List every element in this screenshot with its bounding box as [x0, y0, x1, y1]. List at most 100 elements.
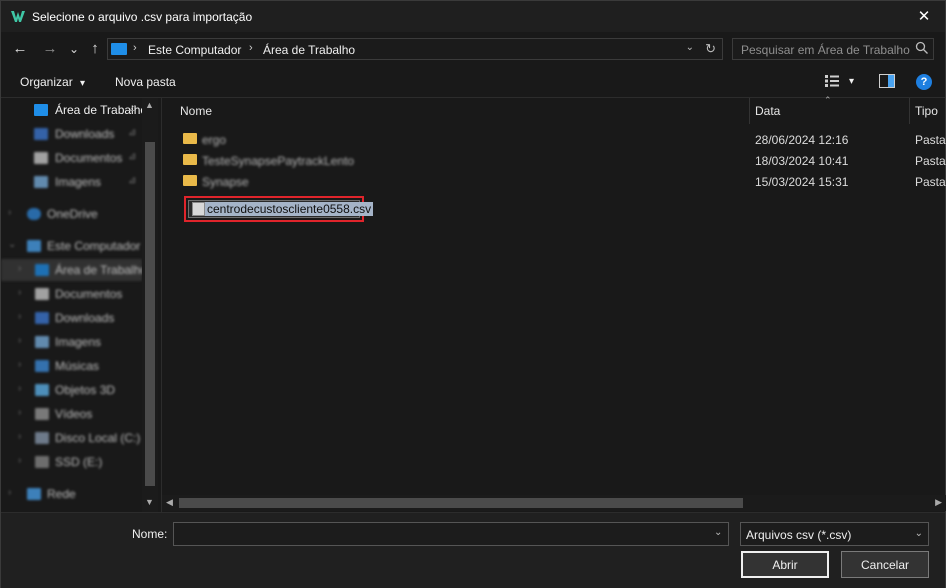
chevron-down-icon[interactable]: ⌄ — [714, 527, 722, 538]
sidebar-item-area-de-trabalho-pinned[interactable]: Área de Trabalho ⊿ — [1, 99, 147, 121]
breadcrumb-este-computador[interactable]: Este Computador — [148, 43, 241, 57]
sidebar-item-documentos-pinned[interactable]: Documentos ⊿ — [1, 147, 142, 169]
pin-icon: ⊿ — [128, 151, 137, 162]
sidebar-item-area-de-trabalho[interactable]: › Área de Trabalho — [1, 259, 147, 281]
sidebar-item-documentos[interactable]: › Documentos — [1, 283, 142, 305]
organize-label: Organizar — [20, 75, 73, 89]
sidebar-scrollbar[interactable]: ▲ ▼ — [142, 98, 158, 512]
sidebar-item-label: Vídeos — [55, 407, 93, 421]
breadcrumb-area-de-trabalho[interactable]: Área de Trabalho — [263, 43, 355, 57]
sidebar-item-objetos-3d[interactable]: › Objetos 3D — [1, 379, 142, 401]
pin-icon: ⊿ — [128, 127, 137, 138]
view-options-icon[interactable] — [824, 74, 840, 88]
address-bar[interactable]: › Este Computador › Área de Trabalho ⌄ ↻ — [107, 38, 723, 60]
sidebar-item-imagens[interactable]: › Imagens — [1, 331, 142, 353]
close-icon[interactable]: ✕ — [913, 6, 935, 28]
file-type: Pasta — [915, 154, 946, 168]
expand-icon[interactable]: › — [18, 383, 21, 394]
open-button[interactable]: Abrir — [741, 551, 829, 578]
column-header-name[interactable]: Nome — [174, 98, 750, 124]
computer-icon — [111, 43, 127, 55]
column-header-date[interactable]: Data — [749, 98, 910, 124]
download-icon — [34, 128, 48, 140]
dialog-title: Selecione o arquivo .csv para importação — [32, 10, 253, 24]
expand-icon[interactable]: › — [18, 359, 21, 370]
selected-file-name: centrodecustoscliente0558.csv — [205, 202, 374, 216]
desktop-icon — [34, 104, 48, 116]
up-arrow-icon[interactable]: ↑ — [85, 39, 105, 59]
cancel-button[interactable]: Cancelar — [841, 551, 929, 578]
sidebar-item-ssd[interactable]: › SSD (E:) — [1, 451, 142, 473]
desktop-icon — [35, 264, 49, 276]
scroll-left-icon[interactable]: ◀ — [166, 497, 173, 508]
sidebar-item-label: Downloads — [55, 127, 115, 141]
sidebar-item-rede[interactable]: › Rede — [1, 483, 142, 505]
expand-icon[interactable]: › — [18, 431, 21, 442]
horizontal-scrollbar[interactable]: ◀ ▶ — [162, 495, 946, 511]
file-name: Synapse — [202, 175, 249, 189]
recent-locations-icon[interactable]: ⌄ — [64, 39, 84, 59]
file-list: Nome ⌃ Data Tipo ergo 28/06/2024 12:16 P… — [161, 95, 946, 512]
drive-icon — [35, 456, 49, 468]
sidebar-item-disco-local[interactable]: › Disco Local (C:) — [1, 427, 142, 449]
selected-csv-file[interactable]: centrodecustoscliente0558.csv — [184, 196, 374, 222]
help-icon[interactable]: ? — [916, 74, 932, 90]
file-row[interactable]: TesteSynapsePaytrackLento 18/03/2024 10:… — [162, 150, 946, 171]
expand-icon[interactable]: › — [18, 455, 21, 466]
file-open-dialog: Selecione o arquivo .csv para importação… — [0, 0, 946, 588]
file-type-filter[interactable]: Arquivos csv (*.csv) ⌄ — [740, 522, 929, 546]
file-row[interactable]: ergo 28/06/2024 12:16 Pasta — [162, 129, 946, 150]
search-box[interactable]: Pesquisar em Área de Trabalho — [732, 38, 934, 60]
file-row[interactable]: Synapse 15/03/2024 15:31 Pasta — [162, 171, 946, 192]
forward-arrow-icon[interactable]: → — [40, 39, 60, 59]
expand-icon[interactable]: › — [18, 263, 21, 274]
sidebar-item-imagens-pinned[interactable]: Imagens ⊿ — [1, 171, 142, 193]
chevron-down-icon[interactable]: ⌄ — [686, 42, 694, 53]
file-name-label: Nome: — [132, 527, 168, 541]
expand-icon[interactable]: › — [18, 311, 21, 322]
column-header-type[interactable]: Tipo — [909, 98, 946, 124]
app-logo-icon — [11, 11, 25, 22]
documents-icon — [34, 152, 48, 164]
sidebar-item-onedrive[interactable]: › OneDrive — [1, 203, 142, 225]
sidebar-item-este-computador[interactable]: ⌄ Este Computador — [1, 235, 142, 257]
navigation-pane: Área de Trabalho ⊿ Downloads ⊿ Documento… — [1, 98, 158, 512]
chevron-down-icon: ⌄ — [914, 528, 923, 539]
file-date: 28/06/2024 12:16 — [755, 133, 849, 147]
expand-icon[interactable]: › — [8, 487, 11, 498]
cloud-icon — [27, 208, 41, 220]
expand-icon[interactable]: › — [18, 407, 21, 418]
search-placeholder: Pesquisar em Área de Trabalho — [741, 43, 910, 57]
documents-icon — [35, 288, 49, 300]
collapse-icon[interactable]: ⌄ — [8, 239, 16, 250]
download-icon — [35, 312, 49, 324]
refresh-icon[interactable]: ↻ — [705, 41, 716, 57]
new-folder-button[interactable]: Nova pasta — [115, 75, 176, 89]
computer-icon — [27, 240, 41, 252]
scroll-down-icon[interactable]: ▼ — [145, 497, 154, 507]
file-rename-box[interactable]: centrodecustoscliente0558.csv — [188, 200, 374, 218]
sidebar-item-label: Rede — [47, 487, 76, 501]
expand-icon[interactable]: › — [8, 207, 11, 218]
scroll-right-icon[interactable]: ▶ — [935, 497, 942, 508]
folder-icon — [183, 154, 197, 165]
cube-icon — [35, 384, 49, 396]
organize-button[interactable]: Organizar ▾ — [20, 75, 85, 89]
sidebar-item-downloads-pinned[interactable]: Downloads ⊿ — [1, 123, 142, 145]
file-name-input[interactable] — [173, 522, 729, 546]
scrollbar-thumb[interactable] — [179, 498, 743, 508]
scrollbar-thumb[interactable] — [145, 142, 155, 486]
sidebar-item-downloads[interactable]: › Downloads — [1, 307, 142, 329]
back-arrow-icon[interactable]: ← — [10, 39, 30, 59]
sidebar-item-musicas[interactable]: › Músicas — [1, 355, 142, 377]
preview-pane-icon[interactable] — [879, 74, 895, 88]
file-name: TesteSynapsePaytrackLento — [202, 154, 355, 168]
pictures-icon — [35, 336, 49, 348]
search-icon — [915, 41, 928, 54]
scroll-up-icon[interactable]: ▲ — [145, 100, 154, 110]
expand-icon[interactable]: › — [18, 287, 21, 298]
chevron-down-icon[interactable]: ▾ — [849, 76, 854, 87]
chevron-down-icon: ▾ — [80, 78, 86, 89]
sidebar-item-videos[interactable]: › Vídeos — [1, 403, 142, 425]
expand-icon[interactable]: › — [18, 335, 21, 346]
